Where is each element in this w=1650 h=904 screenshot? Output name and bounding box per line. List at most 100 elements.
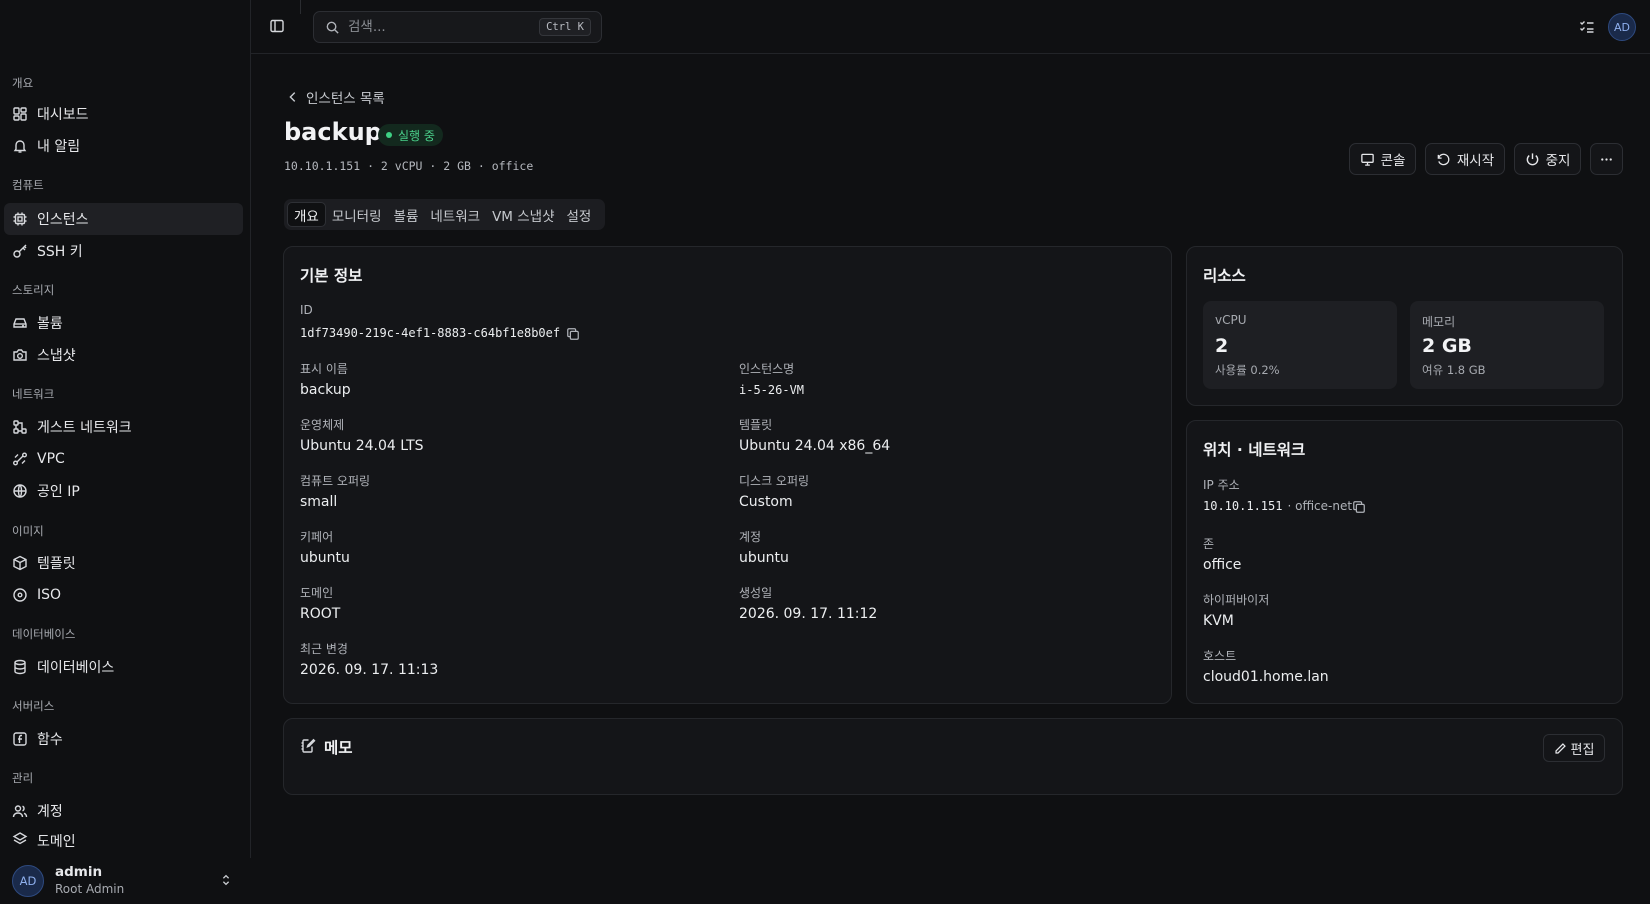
sidebar-item-label: 템플릿 (37, 556, 76, 572)
console-button-label: 콘솔 (1380, 153, 1406, 169)
sidebar-item-label: 인스턴스 (37, 212, 89, 228)
card-title: 기본 정보 (300, 267, 363, 285)
copy-icon[interactable] (1352, 500, 1366, 514)
card-title: 리소스 (1203, 267, 1246, 285)
page-title: backup (284, 118, 382, 146)
sidebar-item-guest-network[interactable]: 게스트 네트워크 (4, 411, 243, 443)
memory-value: 2 GB (1422, 335, 1472, 357)
id-value: 1df73490-219c-4ef1-8883-c64bf1e8b0ef (300, 326, 561, 340)
sidebar-item-domains[interactable]: 도메인 (4, 827, 243, 851)
tab-network[interactable]: 네트워크 (424, 202, 486, 227)
status-dot (386, 132, 392, 138)
instance-summary: 10.10.1.151 · 2 vCPU · 2 GB · office (284, 159, 534, 173)
back-link-label: 인스턴스 목록 (306, 91, 385, 107)
sidebar-item-volumes[interactable]: 볼륨 (4, 307, 243, 339)
power-icon (1526, 152, 1538, 165)
key-icon (13, 244, 27, 258)
sidebar-item-label: 데이터베이스 (37, 660, 115, 676)
sidebar-item-snapshots[interactable]: 스냅샷 (4, 339, 243, 371)
sidebar-item-iso[interactable]: ISO (4, 579, 243, 611)
basic-info-card: 기본 정보 ID 1df73490-219c-4ef1-8883-c64bf1e… (283, 246, 1172, 704)
memo-card: 메모 (283, 718, 1623, 795)
keypair-label: 키페어 (300, 530, 334, 544)
function-icon (13, 732, 27, 746)
modified-value: 2026. 09. 17. 11:13 (300, 662, 439, 678)
created-label: 생성일 (739, 586, 773, 600)
avatar: AD (12, 865, 44, 897)
rotate-ccw-icon (1437, 153, 1450, 165)
search-box[interactable]: Ctrl K (313, 11, 602, 43)
tab-monitoring[interactable]: 모니터링 (326, 202, 388, 227)
pencil-icon (1554, 742, 1566, 754)
keypair-value: ubuntu (300, 550, 350, 566)
user-name: admin (55, 864, 103, 880)
domain-label: 도메인 (300, 586, 334, 600)
sidebar-group-compute: 컴퓨트 (12, 178, 44, 192)
edit-memo-button[interactable]: 편집 (1543, 734, 1605, 762)
sidebar-item-public-ip[interactable]: 공인 IP (4, 475, 243, 507)
sidebar-toggle-icon[interactable] (269, 18, 285, 34)
sidebar-item-label: 함수 (37, 732, 63, 748)
sidebar-group-network: 네트워크 (12, 387, 55, 401)
edit-memo-label: 편집 (1570, 742, 1595, 758)
sidebar-item-label: 공인 IP (37, 484, 80, 500)
console-button[interactable]: 콘솔 (1349, 143, 1416, 175)
search-input[interactable] (348, 19, 528, 35)
tab-vm-snapshots[interactable]: VM 스냅샷 (486, 202, 560, 227)
sidebar-item-label: 도메인 (37, 834, 76, 850)
zone-label: 존 (1203, 537, 1215, 551)
card-title: 메모 (324, 739, 353, 757)
status-label: 실행 중 (398, 128, 435, 143)
template-value: Ubuntu 24.04 x86_64 (739, 438, 891, 454)
bell-icon (13, 140, 27, 153)
monitor-icon (1360, 153, 1374, 166)
sidebar-item-templates[interactable]: 템플릿 (4, 547, 243, 579)
tab-volumes[interactable]: 볼륨 (388, 202, 425, 227)
memory-stat: 메모리 2 GB 여유 1.8 GB (1410, 301, 1604, 389)
back-link[interactable]: 인스턴스 목록 (286, 87, 385, 107)
header-avatar[interactable]: AD (1608, 13, 1636, 41)
hard-drive-icon (13, 318, 27, 328)
stop-button[interactable]: 중지 (1514, 143, 1581, 175)
notebook-pen-icon (301, 738, 316, 753)
restart-button-label: 재시작 (1456, 153, 1495, 169)
sidebar-item-label: 대시보드 (37, 107, 89, 123)
instance-name-label: 인스턴스명 (739, 362, 795, 376)
vcpu-stat: vCPU 2 사용률 0.2% (1203, 301, 1397, 389)
sidebar-item-database[interactable]: 데이터베이스 (4, 651, 243, 683)
sidebar-item-ssh-keys[interactable]: SSH 키 (4, 235, 243, 267)
sidebar-item-notifications[interactable]: 내 알림 (4, 130, 243, 162)
host-label: 호스트 (1203, 649, 1237, 663)
sidebar-item-label: 스냅샷 (37, 348, 76, 364)
sidebar-item-instances[interactable]: 인스턴스 (4, 203, 243, 235)
modified-label: 최근 변경 (300, 642, 348, 656)
hypervisor-value: KVM (1203, 613, 1234, 629)
users-icon (12, 805, 28, 818)
tab-overview[interactable]: 개요 (287, 202, 326, 227)
created-value: 2026. 09. 17. 11:12 (739, 606, 878, 622)
list-checks-icon[interactable] (1579, 19, 1595, 35)
disk-offering-value: Custom (739, 494, 793, 510)
copy-icon[interactable] (566, 327, 580, 341)
tab-settings[interactable]: 설정 (561, 202, 598, 227)
sidebar-item-dashboard[interactable]: 대시보드 (4, 98, 243, 130)
sidebar-item-functions[interactable]: 함수 (4, 723, 243, 755)
restart-button[interactable]: 재시작 (1425, 143, 1505, 175)
vcpu-label: vCPU (1215, 313, 1247, 327)
sidebar-item-label: ISO (37, 587, 62, 603)
memory-label: 메모리 (1422, 315, 1456, 329)
user-menu[interactable]: AD admin Root Admin (0, 858, 251, 904)
sidebar-item-vpc[interactable]: VPC (4, 443, 243, 475)
sidebar-group-images: 이미지 (12, 524, 44, 538)
vcpu-usage: 사용률 0.2% (1215, 363, 1280, 377)
disc-icon (13, 588, 27, 602)
sidebar-group-storage: 스토리지 (12, 283, 55, 297)
more-actions-button[interactable] (1590, 143, 1623, 175)
stop-button-label: 중지 (1545, 153, 1571, 169)
sidebar-group-overview: 개요 (12, 76, 34, 90)
ip-network: · office-net (1287, 499, 1353, 513)
os-label: 운영체제 (300, 418, 345, 432)
sidebar-item-label: SSH 키 (37, 244, 83, 260)
chevrons-up-down-icon (222, 874, 230, 886)
sidebar-item-accounts[interactable]: 계정 (4, 795, 243, 827)
